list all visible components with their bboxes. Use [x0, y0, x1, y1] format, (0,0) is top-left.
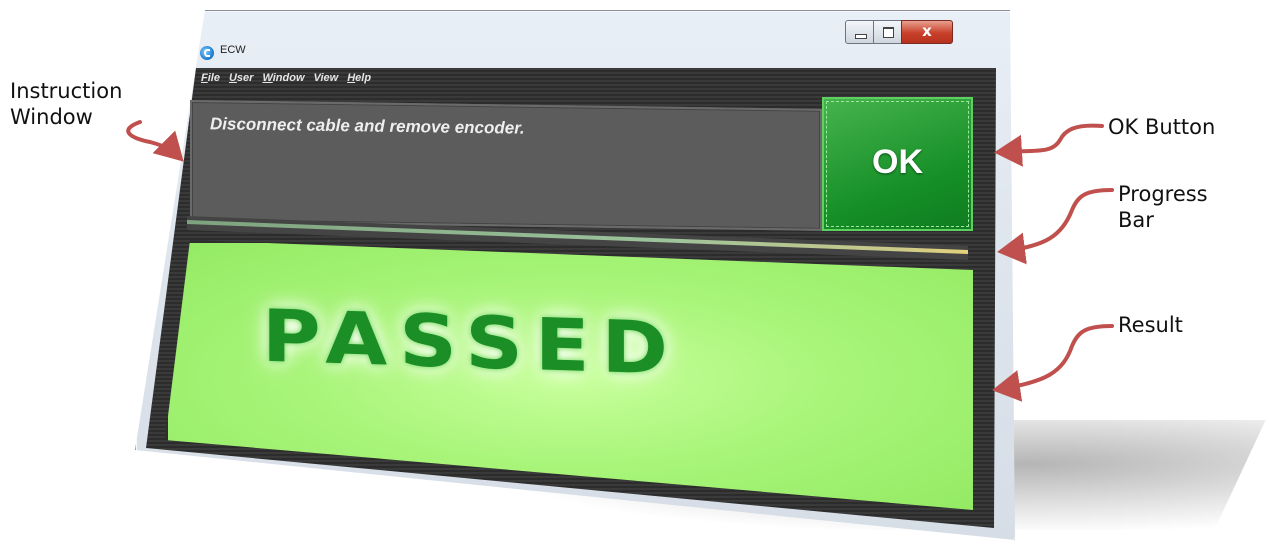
result-text: PASSED	[262, 294, 680, 391]
window-title: ECW	[220, 44, 246, 56]
label-progress-bar: Progress Bar	[1118, 181, 1208, 233]
label-instruction-window: Instruction Window	[10, 78, 122, 130]
arrow-ok-button	[994, 123, 1104, 167]
menu-window[interactable]: Window	[262, 72, 304, 84]
instruction-window: Disconnect cable and remove encoder.	[190, 100, 822, 231]
menu-bar: File User Window View Help	[201, 72, 371, 84]
minimize-button[interactable]	[845, 20, 875, 44]
arrow-instruction-window	[126, 120, 184, 162]
label-instruction-line1: Instruction	[10, 79, 123, 103]
label-progress-line2: Bar	[1118, 208, 1154, 232]
label-instruction-line2: Window	[10, 105, 93, 129]
menu-user[interactable]: User	[229, 72, 253, 84]
app-logo-icon	[200, 46, 214, 60]
close-button[interactable]: x	[901, 20, 953, 44]
figure: ECW x File User Window View Help Disconn…	[0, 0, 1269, 544]
instruction-text: Disconnect cable and remove encoder.	[210, 114, 525, 138]
maximize-button[interactable]	[873, 20, 903, 44]
arrow-result	[992, 324, 1114, 402]
label-result: Result	[1118, 313, 1183, 337]
menu-help[interactable]: Help	[347, 72, 371, 84]
label-ok-button: OK Button	[1108, 115, 1216, 139]
label-progress-line1: Progress	[1118, 182, 1208, 206]
close-icon: x	[922, 22, 932, 40]
ok-button[interactable]: OK	[822, 97, 973, 231]
menu-view[interactable]: View	[314, 72, 339, 84]
ok-button-label: OK	[872, 143, 923, 181]
menu-file[interactable]: File	[201, 72, 220, 84]
arrow-progress-bar	[997, 188, 1114, 265]
